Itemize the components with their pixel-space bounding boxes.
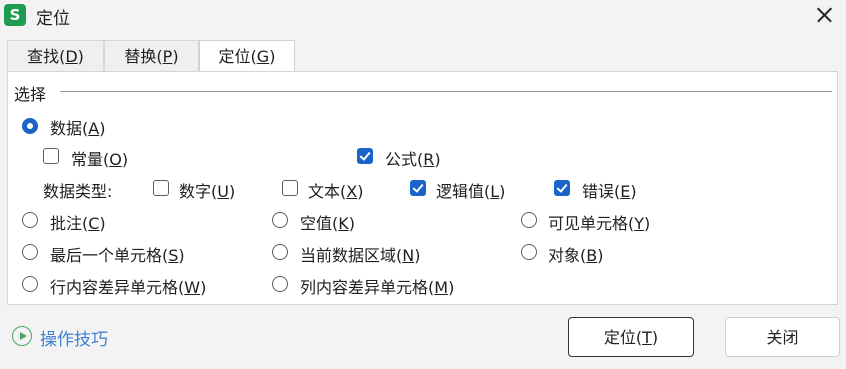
number-label: 数字(U) bbox=[179, 182, 236, 201]
tab-goto-key: G bbox=[256, 47, 270, 66]
constant-label: 常量(O) bbox=[71, 150, 129, 169]
constant-checkbox[interactable] bbox=[43, 148, 59, 164]
logical-label: 逻辑值(L) bbox=[436, 182, 506, 201]
data-type-label: 数据类型: bbox=[43, 182, 113, 201]
comment-label: 批注(C) bbox=[50, 214, 106, 233]
data-label: 数据(A) bbox=[50, 119, 106, 138]
tab-replace-label: 替换( bbox=[124, 47, 163, 66]
objects-radio[interactable] bbox=[521, 244, 537, 260]
play-circle-icon bbox=[12, 326, 32, 346]
objects-label: 对象(B) bbox=[548, 246, 604, 265]
visible-cells-label: 可见单元格(Y) bbox=[548, 214, 651, 233]
number-checkbox[interactable] bbox=[153, 180, 169, 196]
text-checkbox[interactable] bbox=[282, 180, 298, 196]
tab-replace-key: P bbox=[162, 47, 173, 66]
current-region-radio[interactable] bbox=[272, 244, 288, 260]
title-bar: S 定位 bbox=[0, 0, 846, 32]
blank-radio[interactable] bbox=[272, 212, 288, 228]
visible-cells-radio[interactable] bbox=[521, 212, 537, 228]
comment-radio[interactable] bbox=[22, 212, 38, 228]
tab-goto[interactable]: 定位(G) bbox=[199, 40, 295, 72]
logical-checkbox[interactable] bbox=[410, 180, 426, 196]
col-diff-radio[interactable] bbox=[272, 276, 288, 292]
tab-replace[interactable]: 替换(P) bbox=[104, 40, 199, 71]
tab-find-key: D bbox=[65, 47, 78, 66]
blank-label: 空值(K) bbox=[300, 214, 355, 233]
select-group-label: 选择 bbox=[14, 85, 47, 104]
tab-find[interactable]: 查找(D) bbox=[7, 40, 104, 71]
data-radio[interactable] bbox=[22, 118, 38, 134]
error-label: 错误(E) bbox=[582, 182, 637, 201]
tab-replace-tail: ) bbox=[172, 47, 179, 66]
close-button[interactable]: 关闭 bbox=[725, 317, 840, 357]
col-diff-label: 列内容差异单元格(M) bbox=[300, 278, 455, 297]
formula-checkbox[interactable] bbox=[357, 148, 373, 164]
wps-spreadsheet-icon: S bbox=[4, 4, 26, 26]
group-divider bbox=[60, 91, 832, 92]
dialog-title: 定位 bbox=[36, 9, 70, 29]
tab-goto-tail: ) bbox=[269, 47, 276, 66]
close-icon[interactable] bbox=[808, 0, 840, 30]
row-diff-radio[interactable] bbox=[22, 276, 38, 292]
tab-find-tail: ) bbox=[77, 47, 84, 66]
current-region-label: 当前数据区域(N) bbox=[300, 246, 421, 265]
formula-label: 公式(R) bbox=[385, 150, 441, 169]
last-cell-radio[interactable] bbox=[22, 244, 38, 260]
tab-find-label: 查找( bbox=[27, 47, 66, 66]
error-checkbox[interactable] bbox=[554, 180, 570, 196]
locate-button[interactable]: 定位(T) bbox=[568, 317, 694, 357]
row-diff-label: 行内容差异单元格(W) bbox=[50, 278, 207, 297]
text-label: 文本(X) bbox=[308, 182, 364, 201]
tips-text[interactable]: 操作技巧 bbox=[40, 325, 108, 350]
tab-goto-label: 定位( bbox=[218, 47, 257, 66]
last-cell-label: 最后一个单元格(S) bbox=[50, 246, 185, 265]
